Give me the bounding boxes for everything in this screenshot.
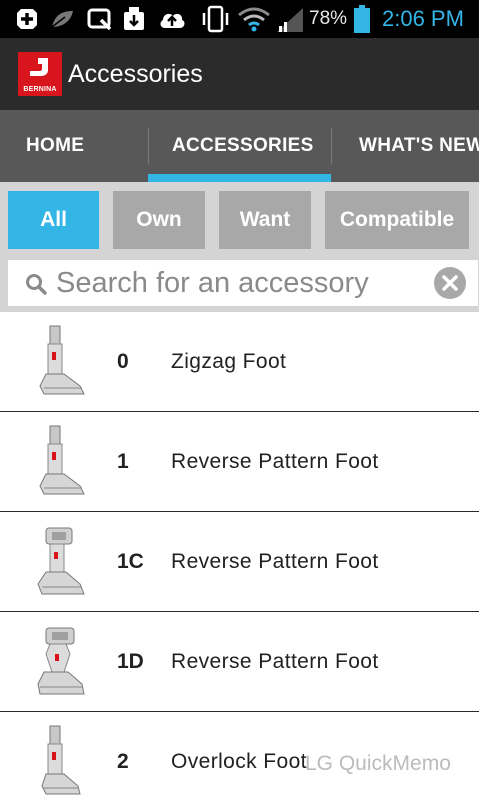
clear-search-button[interactable]: [434, 267, 466, 299]
add-icon: [14, 5, 40, 33]
list-item[interactable]: 1C Reverse Pattern Foot: [0, 512, 479, 612]
battery-icon: [353, 5, 371, 33]
cloud-upload-icon: [158, 5, 186, 33]
tab-bar: HOME ACCESSORIES WHAT'S NEW: [0, 110, 479, 182]
tab-accessories[interactable]: ACCESSORIES: [172, 110, 314, 182]
accessory-name: Reverse Pattern Foot: [171, 550, 379, 573]
filter-all-button[interactable]: All: [8, 191, 99, 249]
wifi-icon: [236, 5, 272, 33]
accessory-number: 2: [117, 750, 129, 773]
accessory-number: 1: [117, 450, 129, 473]
filter-own-button[interactable]: Own: [113, 191, 205, 249]
list-item[interactable]: 2 Overlock Foot: [0, 712, 479, 799]
search-icon: [26, 274, 47, 295]
download-icon: [120, 5, 148, 33]
presser-foot-clip-image: [37, 527, 85, 595]
accessory-number: 0: [117, 350, 129, 373]
bernina-logo[interactable]: BERNINA: [18, 52, 62, 96]
page-title: Accessories: [68, 60, 203, 88]
presser-foot-image: [41, 725, 81, 795]
accessory-number: 1D: [117, 650, 144, 673]
filter-want-button[interactable]: Want: [219, 191, 311, 249]
tab-whats-new[interactable]: WHAT'S NEW: [359, 110, 479, 182]
screenshot-icon: [86, 5, 114, 33]
battery-percent: 78%: [309, 8, 348, 29]
accessory-number: 1C: [117, 550, 144, 573]
leaf-icon: [48, 5, 76, 33]
accessory-name: Overlock Foot: [171, 750, 307, 773]
signal-icon: [274, 5, 306, 33]
presser-foot-image: [39, 425, 85, 495]
presser-foot-image: [39, 325, 85, 395]
list-item[interactable]: 1D Reverse Pattern Foot: [0, 612, 479, 712]
accessory-list: 0 Zigzag Foot 1 Reverse Pattern Foot 1C …: [0, 312, 479, 799]
tab-divider: [148, 128, 149, 164]
search-box: [8, 260, 478, 306]
tab-divider: [331, 128, 332, 164]
presser-foot-clip-image: [37, 627, 85, 695]
clock: 2:06 PM: [382, 6, 464, 31]
active-tab-indicator: [148, 174, 331, 182]
accessory-name: Zigzag Foot: [171, 350, 287, 373]
accessory-name: Reverse Pattern Foot: [171, 450, 379, 473]
logo-mark-icon: [30, 58, 48, 76]
app-bar: BERNINA Accessories: [0, 38, 479, 110]
filter-area: All Own Want Compatible: [0, 182, 479, 312]
close-icon: [442, 275, 458, 291]
list-item[interactable]: 0 Zigzag Foot: [0, 312, 479, 412]
tab-home[interactable]: HOME: [26, 110, 84, 182]
accessory-name: Reverse Pattern Foot: [171, 650, 379, 673]
logo-text: BERNINA: [23, 86, 57, 93]
vibrate-icon: [200, 5, 232, 33]
search-input[interactable]: [56, 260, 426, 306]
filter-compatible-button[interactable]: Compatible: [325, 191, 469, 249]
list-item[interactable]: 1 Reverse Pattern Foot: [0, 412, 479, 512]
status-bar: 78% 2:06 PM: [0, 0, 479, 38]
